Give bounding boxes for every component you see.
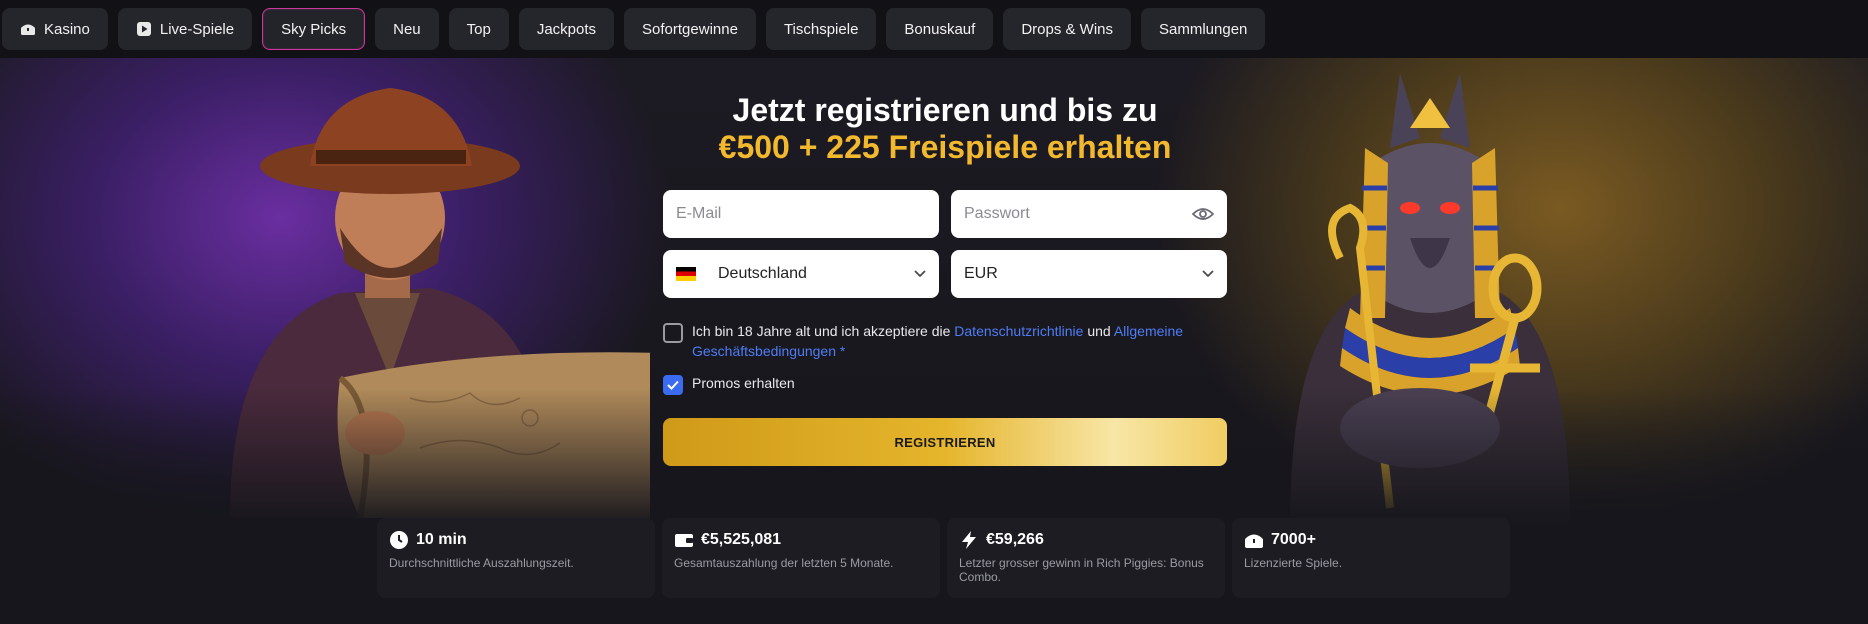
clock-icon: [390, 531, 408, 549]
required-asterisk: *: [836, 343, 846, 359]
terms-text-part: Ich bin 18 Jahre alt und ich akzeptiere …: [692, 323, 955, 339]
stat-card-licensed-games: 7000+ Lizenzierte Spiele.: [1232, 518, 1510, 598]
stat-value: 7000+: [1271, 531, 1316, 548]
stat-caption: Durchschnittliche Auszahlungszeit.: [389, 556, 574, 570]
stat-head: 7000+: [1244, 530, 1498, 550]
germany-flag-icon: [676, 267, 696, 281]
hero-title: Jetzt registrieren und bis zu €500 + 225…: [663, 92, 1227, 166]
lightning-icon: [962, 531, 976, 549]
tab-live-spiele[interactable]: Live-Spiele: [117, 8, 253, 50]
stat-head: €5,525,081: [674, 530, 928, 550]
stat-value: €59,266: [986, 531, 1044, 548]
currency-value: EUR: [964, 265, 998, 282]
tab-tischspiele[interactable]: Tischspiele: [765, 8, 877, 50]
stat-caption: Letzter grosser gewinn in Rich Piggies: …: [959, 556, 1204, 584]
tab-kasino[interactable]: Kasino: [2, 8, 108, 50]
terms-text: Ich bin 18 Jahre alt und ich akzeptiere …: [692, 321, 1223, 361]
tab-label: Sky Picks: [281, 20, 347, 38]
stat-value: €5,525,081: [701, 531, 782, 548]
stat-caption: Lizenzierte Spiele.: [1244, 556, 1343, 570]
tab-label: Live-Spiele: [159, 20, 235, 38]
password-field[interactable]: Passwort: [951, 190, 1227, 238]
stat-head: 10 min: [389, 530, 643, 550]
promos-label: Promos erhalten: [692, 375, 795, 391]
tab-sammlungen[interactable]: Sammlungen: [1141, 8, 1266, 50]
terms-text-part: und: [1083, 323, 1114, 339]
tab-label: Top: [466, 20, 491, 38]
terms-row: Ich bin 18 Jahre alt und ich akzeptiere …: [663, 321, 1223, 361]
tab-label: Neu: [393, 20, 421, 38]
password-placeholder: Passwort: [964, 205, 1030, 222]
register-button[interactable]: REGISTRIEREN: [663, 418, 1227, 466]
tab-bonuskauf[interactable]: Bonuskauf: [886, 8, 994, 50]
chevron-down-icon: [1202, 270, 1214, 278]
tab-label: Jackpots: [536, 20, 597, 38]
chest-icon: [1245, 534, 1263, 548]
checkmark-icon: [667, 380, 679, 390]
tab-label: Sammlungen: [1159, 20, 1248, 38]
tab-neu[interactable]: Neu: [375, 8, 439, 50]
tab-label: Tischspiele: [783, 20, 859, 38]
stat-card-total-payout: €5,525,081 Gesamtauszahlung der letzten …: [662, 518, 940, 598]
stat-card-last-big-win: €59,266 Letzter grosser gewinn in Rich P…: [947, 518, 1225, 598]
tab-label: Drops & Wins: [1021, 20, 1113, 38]
promos-row: Promos erhalten: [663, 373, 795, 395]
stat-head: €59,266: [959, 530, 1213, 550]
tab-jackpots[interactable]: Jackpots: [518, 8, 615, 50]
title-line-1: Jetzt registrieren und bis zu: [732, 92, 1158, 128]
country-value: Deutschland: [718, 265, 807, 282]
tab-top[interactable]: Top: [448, 8, 509, 50]
play-icon: [136, 22, 151, 36]
country-select[interactable]: Deutschland: [663, 250, 939, 298]
promos-checkbox[interactable]: [663, 375, 683, 395]
top-nav: Kasino Live-Spiele Sky Picks Neu Top Jac…: [0, 0, 1868, 58]
stat-value: 10 min: [416, 531, 467, 548]
tab-label: Bonuskauf: [904, 20, 976, 38]
stat-caption: Gesamtauszahlung der letzten 5 Monate.: [674, 556, 894, 570]
wallet-icon: [675, 534, 693, 547]
tab-sky-picks[interactable]: Sky Picks: [262, 8, 366, 50]
title-line-2: €500 + 225 Freispiele erhalten: [718, 129, 1172, 165]
terms-checkbox[interactable]: [663, 323, 683, 343]
stat-card-payout-time: 10 min Durchschnittliche Auszahlungszeit…: [377, 518, 655, 598]
tab-label: Sofortgewinne: [642, 20, 738, 38]
tab-label: Kasino: [44, 20, 90, 38]
chest-icon: [21, 24, 35, 35]
eye-icon[interactable]: [1192, 207, 1214, 221]
currency-select[interactable]: EUR: [951, 250, 1227, 298]
email-placeholder: E-Mail: [676, 205, 722, 222]
email-field[interactable]: E-Mail: [663, 190, 939, 238]
privacy-policy-link[interactable]: Datenschutzrichtlinie: [954, 323, 1083, 339]
tab-drops-wins[interactable]: Drops & Wins: [1003, 8, 1131, 50]
tab-sofortgewinne[interactable]: Sofortgewinne: [624, 8, 756, 50]
chevron-down-icon: [914, 270, 926, 278]
